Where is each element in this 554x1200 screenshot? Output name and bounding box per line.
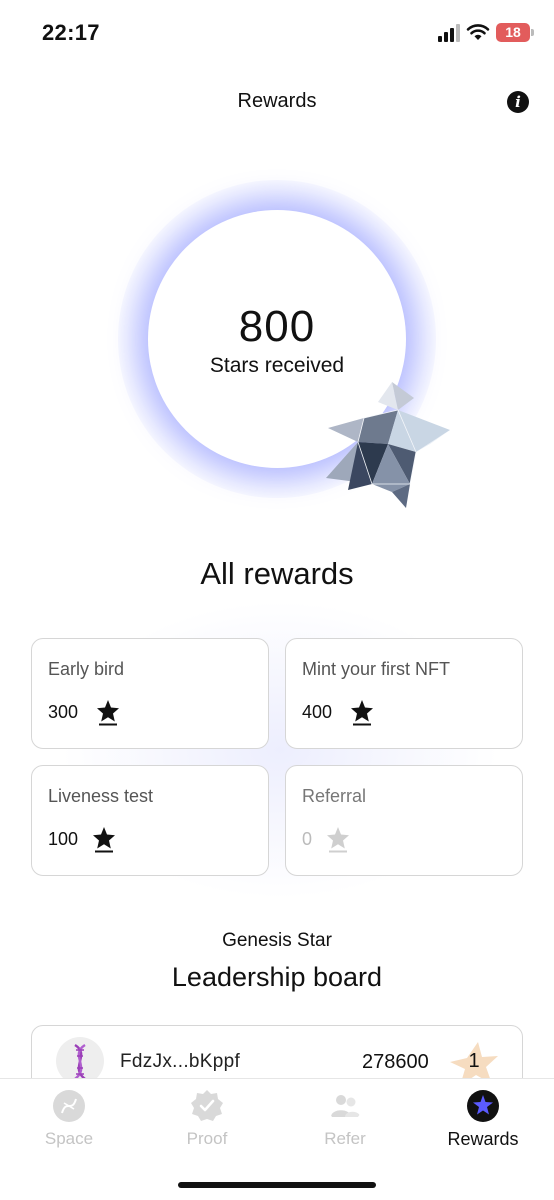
wifi-icon bbox=[466, 24, 490, 40]
page-title: Rewards bbox=[237, 90, 317, 112]
tab-proof[interactable]: Proof bbox=[138, 1089, 276, 1149]
status-bar: 22:17 18 bbox=[0, 0, 554, 64]
reward-card-value: 300 bbox=[48, 702, 79, 722]
reward-card-value: 0 bbox=[302, 829, 313, 849]
leaderboard-title: Leadership board bbox=[171, 962, 383, 992]
people-icon bbox=[331, 1095, 360, 1117]
tab-space[interactable]: Space bbox=[0, 1089, 138, 1149]
status-time: 22:17 bbox=[42, 20, 100, 45]
battery-indicator: 18 bbox=[496, 23, 530, 42]
reward-card-mint-first-nft[interactable]: Mint your first NFT 400 bbox=[285, 638, 523, 749]
reward-card-referral[interactable]: Referral 0 bbox=[285, 765, 523, 876]
battery-tip bbox=[531, 29, 534, 36]
tab-refer[interactable]: Refer bbox=[276, 1089, 414, 1149]
reward-card-title: Referral bbox=[302, 786, 367, 806]
reward-card-liveness-test[interactable]: Liveness test 100 bbox=[31, 765, 269, 876]
cellular-signal-icon bbox=[438, 24, 460, 42]
dna-icon bbox=[53, 1090, 85, 1122]
star-icon bbox=[467, 1090, 499, 1122]
star-icon bbox=[97, 700, 119, 726]
reward-card-value: 400 bbox=[302, 702, 333, 722]
reward-card-value: 100 bbox=[48, 829, 79, 849]
all-rewards-title: All rewards bbox=[200, 556, 354, 591]
star-icon bbox=[351, 700, 373, 726]
tab-label: Space bbox=[44, 1129, 94, 1148]
leaderboard-rank: 1 bbox=[468, 1050, 480, 1072]
reward-card-title: Liveness test bbox=[48, 786, 154, 806]
reward-card-early-bird[interactable]: Early bird 300 bbox=[31, 638, 269, 749]
star-icon bbox=[327, 827, 349, 853]
badge-check-icon bbox=[191, 1090, 223, 1121]
tab-label: Proof bbox=[186, 1129, 228, 1148]
reward-card-title: Mint your first NFT bbox=[302, 659, 451, 679]
star-icon bbox=[93, 827, 115, 853]
tab-rewards[interactable]: Rewards bbox=[414, 1089, 552, 1150]
crystal-star-icon bbox=[326, 382, 450, 508]
home-indicator bbox=[178, 1182, 376, 1188]
stars-received-value: 800 bbox=[238, 302, 316, 351]
leaderboard-subtitle: Genesis Star bbox=[222, 930, 332, 951]
reward-card-title: Early bird bbox=[48, 659, 125, 679]
leaderboard-address: FdzJx...bKppf bbox=[120, 1051, 241, 1072]
info-icon[interactable]: i bbox=[507, 91, 529, 113]
tab-label: Refer bbox=[324, 1129, 366, 1148]
stars-received-label: Stars received bbox=[209, 354, 345, 377]
leaderboard-score: 278600 bbox=[362, 1051, 429, 1073]
tab-label: Rewards bbox=[447, 1129, 519, 1149]
